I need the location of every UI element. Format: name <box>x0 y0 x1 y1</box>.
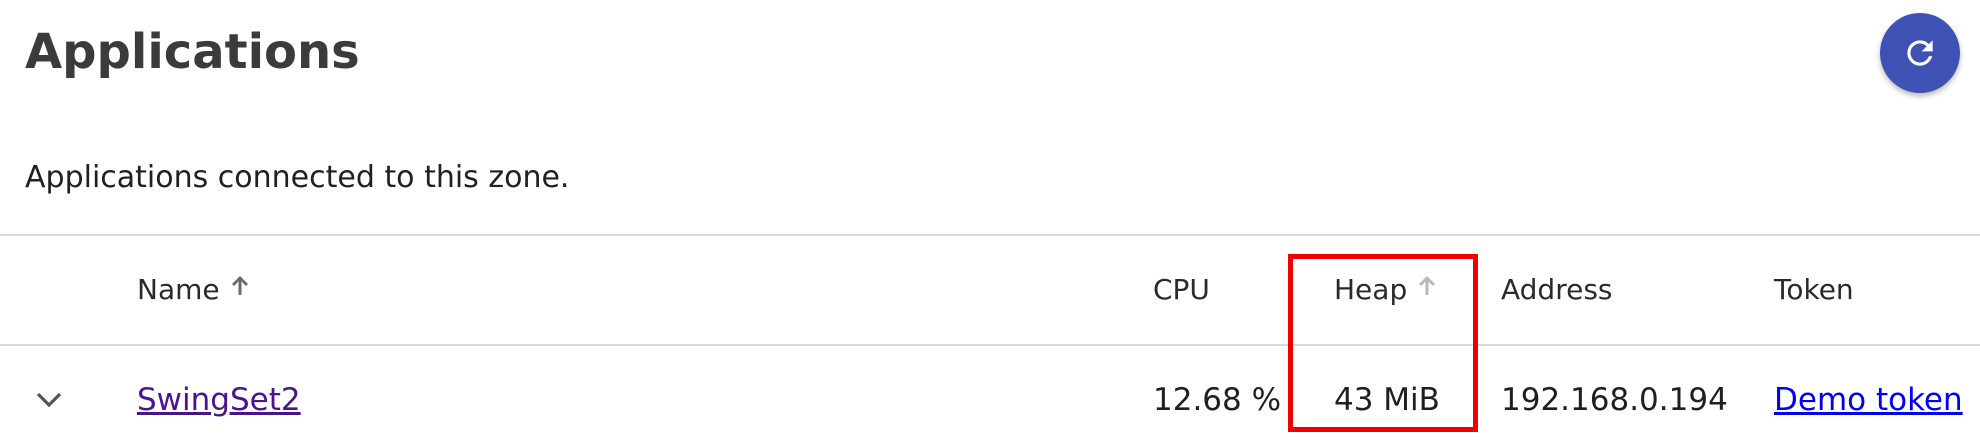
column-header-address-label: Address <box>1501 273 1613 306</box>
application-name-link[interactable]: SwingSet2 <box>137 378 301 422</box>
cpu-value: 12.68 % <box>1153 382 1282 418</box>
column-header-name-label: Name <box>137 273 220 306</box>
heap-value: 43 MiB <box>1334 382 1440 418</box>
column-header-cpu-label: CPU <box>1153 273 1210 306</box>
page-description: Applications connected to this zone. <box>25 160 570 195</box>
column-header-token-label: Token <box>1774 273 1854 306</box>
sort-ascending-icon <box>230 267 250 307</box>
refresh-button[interactable] <box>1880 13 1960 93</box>
column-header-address[interactable]: Address <box>1501 270 1613 310</box>
column-header-name[interactable]: Name <box>137 270 250 311</box>
column-header-token[interactable]: Token <box>1774 270 1854 310</box>
page-title: Applications <box>25 24 360 80</box>
chevron-down-icon[interactable] <box>34 388 64 412</box>
column-header-heap-label: Heap <box>1334 273 1408 306</box>
header-row-divider <box>0 344 1980 346</box>
table-top-divider <box>0 234 1980 236</box>
column-header-cpu[interactable]: CPU <box>1153 270 1210 310</box>
applications-page: Applications Applications connected to t… <box>0 0 1980 440</box>
address-value: 192.168.0.194 <box>1501 382 1728 418</box>
column-header-heap[interactable]: Heap <box>1334 270 1437 311</box>
refresh-icon <box>1907 40 1933 66</box>
sort-hover-icon <box>1417 267 1437 307</box>
token-link[interactable]: Demo token <box>1774 378 1963 422</box>
